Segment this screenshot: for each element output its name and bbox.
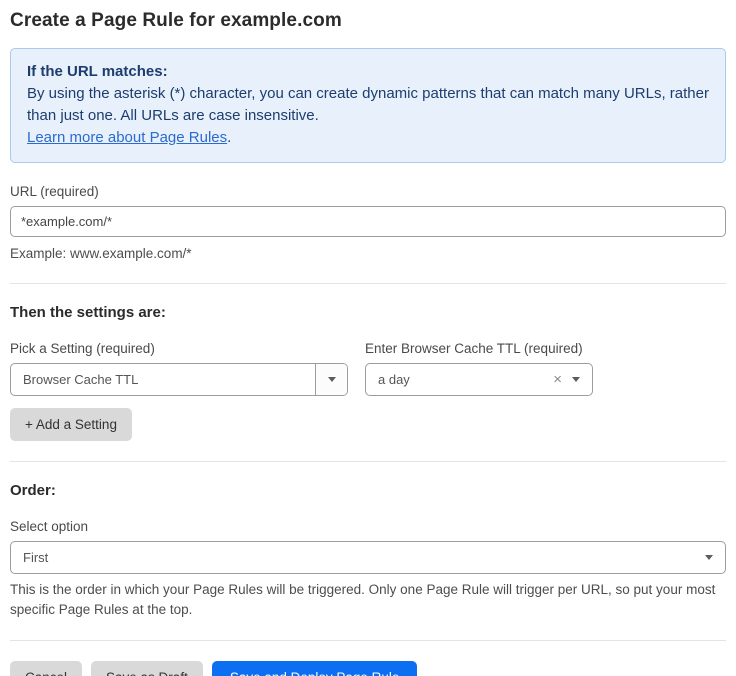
order-select-label: Select option (10, 519, 726, 534)
add-setting-button[interactable]: + Add a Setting (10, 408, 132, 441)
order-section-heading: Order: (10, 482, 726, 499)
url-input[interactable] (10, 206, 726, 237)
divider (10, 283, 726, 284)
ttl-select-value: a day (366, 372, 549, 387)
url-field-label: URL (required) (10, 184, 726, 199)
ttl-picker-column: Enter Browser Cache TTL (required) a day… (365, 341, 593, 396)
setting-picker-column: Pick a Setting (required) Browser Cache … (10, 341, 348, 396)
info-box-body: By using the asterisk (*) character, you… (27, 83, 709, 127)
learn-more-link[interactable]: Learn more about Page Rules (27, 129, 227, 146)
order-select-value: First (11, 550, 705, 565)
footer-buttons: Cancel Save as Draft Save and Deploy Pag… (10, 661, 726, 676)
order-select[interactable]: First (10, 541, 726, 574)
save-and-deploy-button[interactable]: Save and Deploy Page Rule (212, 661, 418, 676)
page-title: Create a Page Rule for example.com (10, 10, 726, 32)
clear-icon[interactable]: × (549, 372, 572, 387)
url-example-help: Example: www.example.com/* (10, 244, 726, 263)
ttl-picker-label: Enter Browser Cache TTL (required) (365, 341, 593, 356)
cancel-button[interactable]: Cancel (10, 661, 82, 676)
info-box-link-line: Learn more about Page Rules. (27, 127, 709, 149)
link-suffix: . (227, 129, 231, 146)
chevron-down-icon[interactable] (572, 377, 592, 382)
settings-section-heading: Then the settings are: (10, 304, 726, 321)
ttl-select[interactable]: a day × (365, 363, 593, 396)
page-rule-form: Create a Page Rule for example.com If th… (0, 0, 736, 676)
divider (10, 461, 726, 462)
chevron-down-icon[interactable] (315, 364, 347, 395)
divider (10, 640, 726, 641)
setting-select-value: Browser Cache TTL (11, 372, 315, 387)
settings-row: Pick a Setting (required) Browser Cache … (10, 341, 726, 396)
chevron-down-icon[interactable] (705, 555, 725, 560)
info-box-heading: If the URL matches: (27, 61, 709, 83)
url-match-info-box: If the URL matches: By using the asteris… (10, 48, 726, 163)
save-as-draft-button[interactable]: Save as Draft (91, 661, 203, 676)
order-help-text: This is the order in which your Page Rul… (10, 580, 726, 620)
setting-select[interactable]: Browser Cache TTL (10, 363, 348, 396)
setting-picker-label: Pick a Setting (required) (10, 341, 348, 356)
